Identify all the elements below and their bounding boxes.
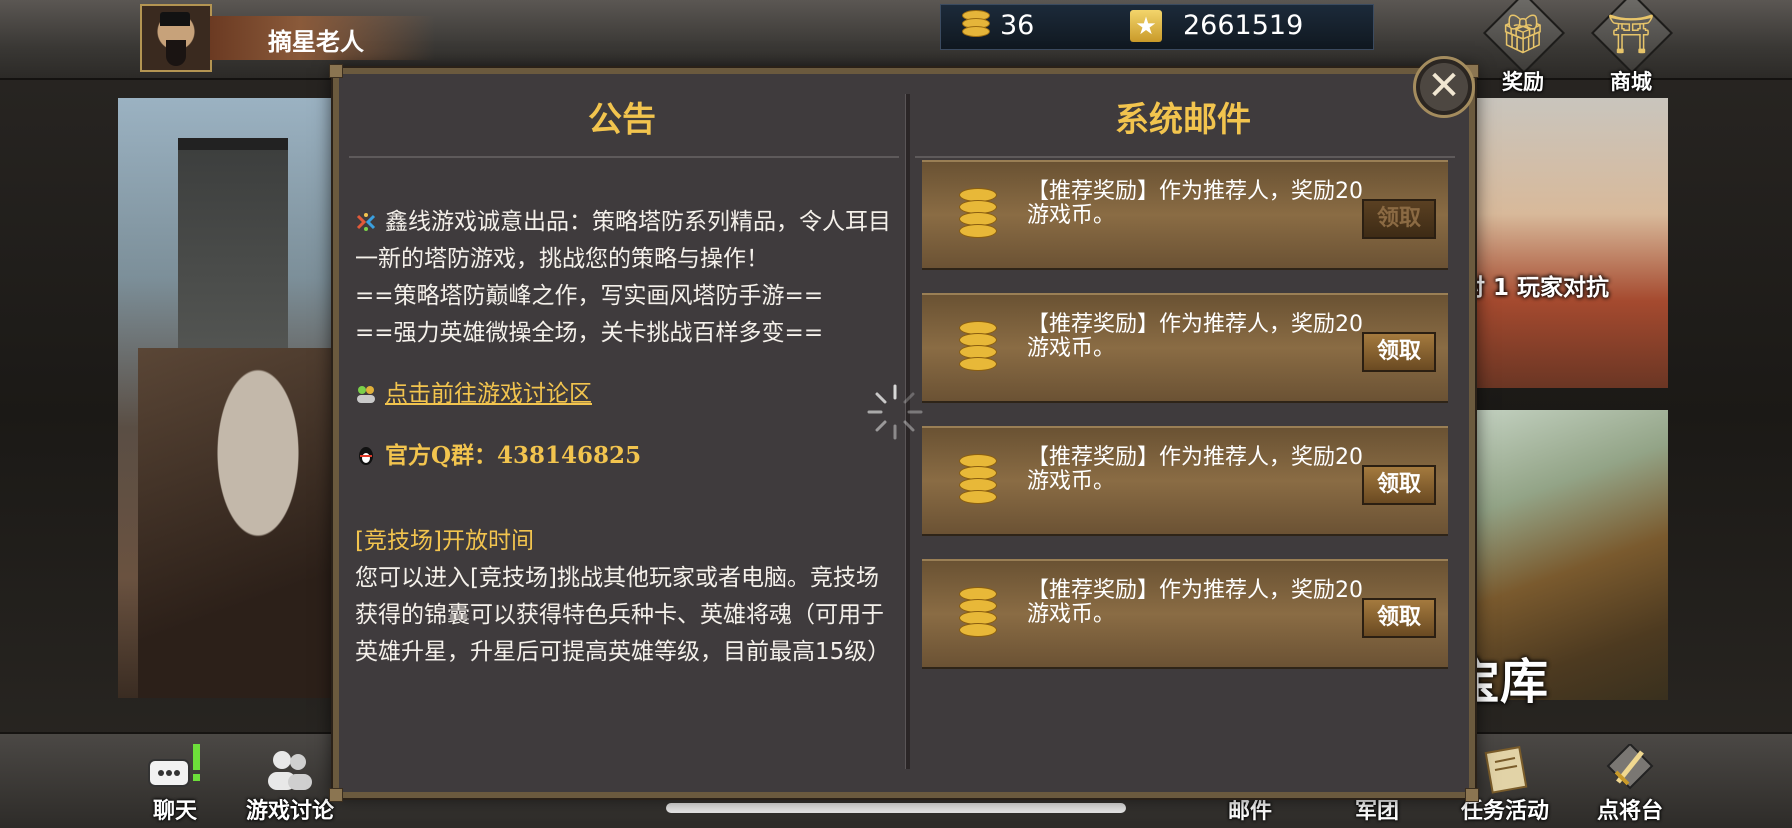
forum-link-row: 点击前往游戏讨论区 <box>355 376 895 413</box>
close-icon: ✕ <box>1427 63 1461 109</box>
shop-button[interactable]: ⛩︎ 商城 <box>1586 0 1676 94</box>
forum-link[interactable]: 点击前往游戏讨论区 <box>385 381 592 407</box>
coin-stack-icon <box>959 321 999 373</box>
game-logo-icon <box>356 213 376 231</box>
mail-text: 【推荐奖励】作为推荐人，奖励20游戏币。 <box>1027 312 1363 361</box>
mail-title-rule <box>915 156 1455 158</box>
game-screen: 对 1 玩家对抗 宝库 摘星老人 36 ★ 2661519 🎁︎ 奖励 ⛩︎ 商… <box>0 0 1792 828</box>
generals-label: 点将台 <box>1596 799 1663 824</box>
coin-stack-icon <box>959 587 999 639</box>
people-icon <box>268 751 312 790</box>
qq-group: 官方Q群：438146825 <box>385 442 642 469</box>
claim-button[interactable]: 领取 <box>1362 199 1436 239</box>
announcement-line-1: ==策略塔防巅峰之作，写实画风塔防手游== <box>355 283 824 309</box>
background-hero-art <box>118 98 338 698</box>
announcement-line-2: ==强力英雄微操全场，关卡挑战百样多变== <box>355 320 824 346</box>
sword-icon <box>1606 744 1654 790</box>
frame-corner <box>329 64 343 78</box>
gift-icon: 🎁︎ <box>1498 12 1548 56</box>
mail-text: 【推荐奖励】作为推荐人，奖励20游戏币。 <box>1027 578 1363 627</box>
claim-button[interactable]: 领取 <box>1362 598 1436 638</box>
claim-button[interactable]: 领取 <box>1362 332 1436 372</box>
arena-title: [竞技场]开放时间 <box>355 528 534 554</box>
loading-spinner-icon <box>867 384 923 440</box>
mail-panel-title: 系统邮件 <box>1115 100 1251 140</box>
gold-amount: 36 <box>1000 10 1035 41</box>
shop-label: 商城 <box>1610 70 1652 94</box>
forum-people-icon <box>357 386 375 403</box>
star-icon: ★ <box>1130 10 1162 42</box>
mail-list[interactable]: 【推荐奖励】作为推荐人，奖励20游戏币。 领取 【推荐奖励】作为推荐人，奖励20… <box>922 160 1448 692</box>
gold-coin-icon <box>962 10 990 40</box>
mail-text: 【推荐奖励】作为推荐人，奖励20游戏币。 <box>1027 179 1363 228</box>
announcement-intro: 鑫线游戏诚意出品：策略塔防系列精品，令人耳目一新的塔防游戏，挑战您的策略与操作！ <box>355 209 891 272</box>
star-amount: 2661519 <box>1183 10 1304 41</box>
avatar-hat <box>160 12 190 26</box>
mail-item: 【推荐奖励】作为推荐人，奖励20游戏币。 领取 <box>922 559 1448 669</box>
warrior-art <box>138 348 338 698</box>
coin-stack-icon <box>959 454 999 506</box>
arena-text: 您可以进入[竞技场]挑战其他玩家或者电脑。竞技场获得的锦囊可以获得特色兵种卡、英… <box>355 565 891 665</box>
scroll-icon <box>1484 746 1528 794</box>
qq-group-row: 官方Q群：438146825 <box>355 437 895 475</box>
announcement-intro-row: 鑫线游戏诚意出品：策略塔防系列精品，令人耳目一新的塔防游戏，挑战您的策略与操作！ <box>355 204 895 278</box>
claim-button[interactable]: 领取 <box>1362 465 1436 505</box>
chat-icon <box>148 744 200 787</box>
mail-item: 【推荐奖励】作为推荐人，奖励20游戏币。 领取 <box>922 160 1448 270</box>
avatar-beard <box>166 40 186 66</box>
home-indicator[interactable] <box>666 803 1126 813</box>
player-avatar[interactable] <box>140 4 212 72</box>
rewards-button[interactable]: 🎁︎ 奖励 <box>1478 0 1568 94</box>
announcement-content[interactable]: 鑫线游戏诚意出品：策略塔防系列精品，令人耳目一新的塔防游戏，挑战您的策略与操作！… <box>355 204 895 769</box>
mail-text: 【推荐奖励】作为推荐人，奖励20游戏币。 <box>1027 445 1363 494</box>
rewards-label: 奖励 <box>1502 70 1544 94</box>
qq-penguin-icon <box>359 447 373 465</box>
mail-item: 【推荐奖励】作为推荐人，奖励20游戏币。 领取 <box>922 426 1448 536</box>
shop-icon: ⛩︎ <box>1606 12 1656 56</box>
chat-label: 聊天 <box>152 799 197 824</box>
frame-corner <box>1465 788 1479 802</box>
chat-button[interactable]: 聊天 <box>120 738 230 826</box>
announcement-title: 公告 <box>588 100 656 140</box>
coin-stack-icon <box>959 188 999 240</box>
forum-button[interactable]: 游戏讨论 <box>235 738 345 826</box>
player-name: 摘星老人 <box>268 28 364 56</box>
generals-button[interactable]: 点将台 <box>1575 738 1685 826</box>
mail-item: 【推荐奖励】作为推荐人，奖励20游戏币。 领取 <box>922 293 1448 403</box>
close-button[interactable]: ✕ <box>1413 56 1475 118</box>
pvp-banner[interactable] <box>1458 98 1668 388</box>
announcement-title-rule <box>349 156 899 158</box>
frame-corner <box>329 788 343 802</box>
pvp-banner-label: 对 1 玩家对抗 <box>1462 275 1610 301</box>
